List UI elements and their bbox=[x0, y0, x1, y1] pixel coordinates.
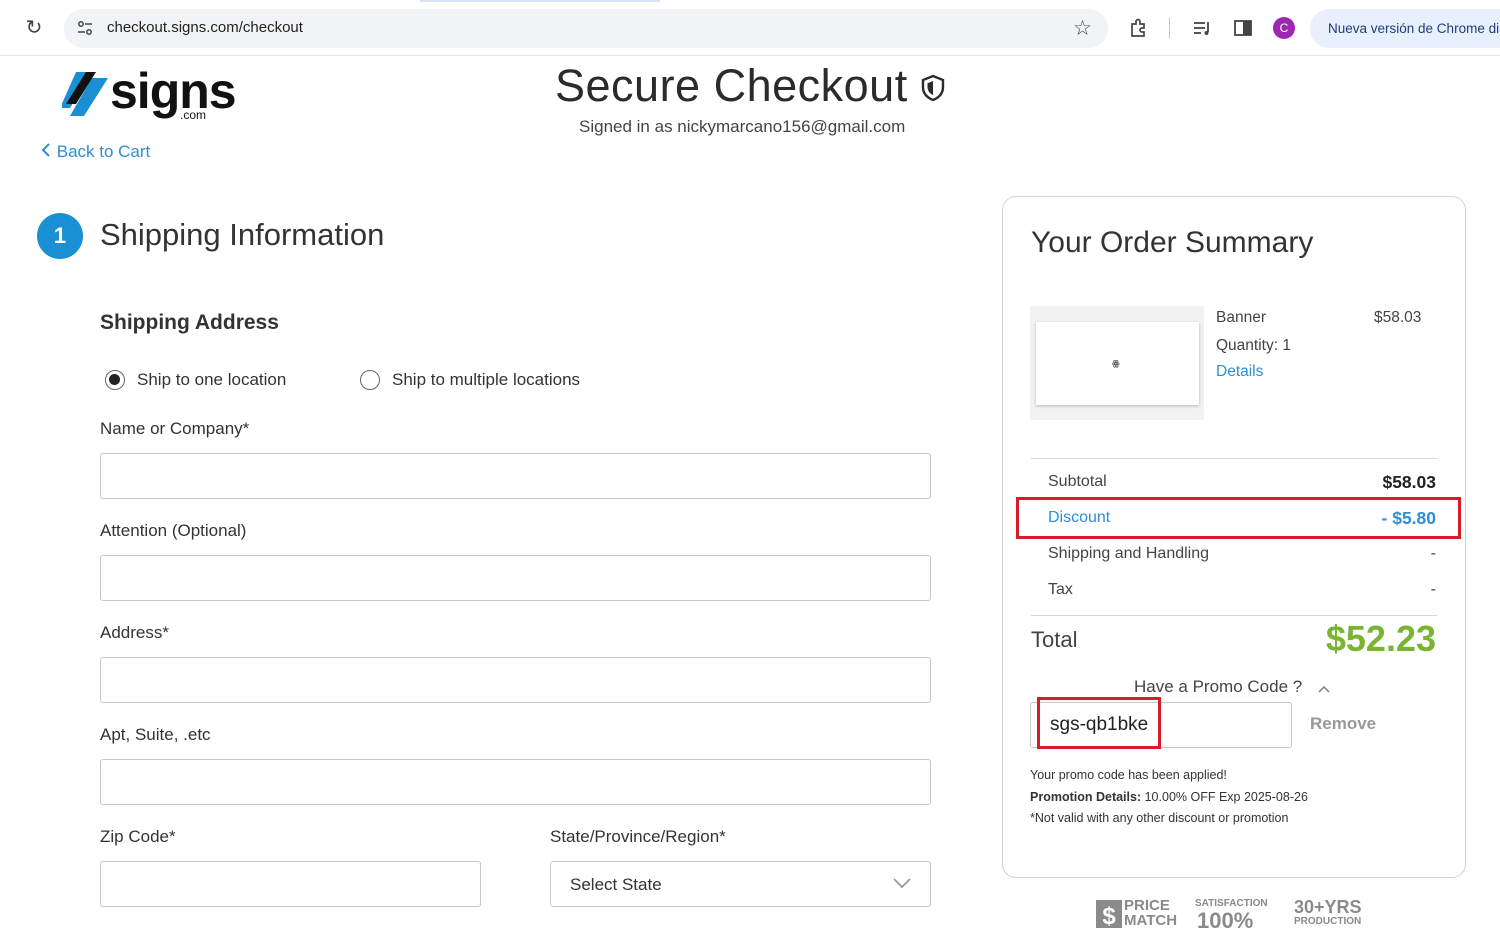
reload-icon[interactable]: ↻ bbox=[22, 16, 46, 40]
ship-multiple-locations-radio[interactable] bbox=[360, 370, 380, 390]
ship-multiple-locations-option[interactable]: Ship to multiple locations bbox=[360, 370, 580, 390]
back-to-cart-label[interactable]: Back to Cart bbox=[57, 142, 151, 161]
shipping-handling-label: Shipping and Handling bbox=[1048, 545, 1210, 562]
years-label: 30+YRS bbox=[1294, 897, 1362, 917]
price-match-line2: MATCH bbox=[1124, 912, 1178, 928]
state-select[interactable]: Select State bbox=[550, 861, 931, 907]
svg-text:$: $ bbox=[1102, 903, 1116, 928]
logo-mark-icon bbox=[62, 72, 108, 116]
back-to-cart-link[interactable]: Back to Cart bbox=[40, 142, 150, 162]
profile-avatar[interactable]: C bbox=[1273, 17, 1295, 39]
promo-details-label: Promotion Details: bbox=[1030, 790, 1142, 804]
total-divider bbox=[1031, 615, 1437, 616]
satisfaction-value: 100% bbox=[1197, 908, 1254, 928]
chrome-update-button[interactable]: Nueva versión de Chrome di bbox=[1310, 9, 1500, 48]
item-quantity: Quantity: 1 bbox=[1216, 337, 1291, 354]
price-match-line1: PRICE bbox=[1124, 897, 1170, 914]
shipping-address-title: Shipping Address bbox=[100, 311, 279, 334]
promo-code-toggle[interactable]: Have a Promo Code ? bbox=[1134, 677, 1302, 697]
zip-label: Zip Code* bbox=[100, 827, 176, 846]
step-number-badge: 1 bbox=[37, 213, 83, 259]
tax-label: Tax bbox=[1048, 581, 1073, 598]
section-title: Shipping Information bbox=[100, 217, 385, 252]
ship-multiple-locations-label[interactable]: Ship to multiple locations bbox=[392, 370, 580, 390]
remove-promo-button[interactable]: Remove bbox=[1310, 714, 1376, 734]
promo-applied-message: Your promo code has been applied! bbox=[1030, 768, 1227, 782]
dollar-icon: $ bbox=[1096, 900, 1122, 928]
subtotal-label: Subtotal bbox=[1048, 473, 1107, 490]
name-label: Name or Company* bbox=[100, 419, 250, 438]
address-input[interactable] bbox=[100, 657, 931, 703]
tax-value: - bbox=[1430, 581, 1436, 598]
promo-note: *Not valid with any other discount or pr… bbox=[1030, 811, 1289, 825]
address-label: Address* bbox=[100, 623, 169, 642]
promo-details-value: 10.00% OFF Exp 2025-08-26 bbox=[1144, 790, 1308, 804]
media-controls-icon[interactable] bbox=[1191, 17, 1213, 39]
zip-input[interactable] bbox=[100, 861, 481, 907]
page-title: Secure Checkout bbox=[555, 60, 908, 111]
bookmark-star-icon[interactable]: ☆ bbox=[1073, 16, 1092, 41]
chevron-down-icon bbox=[893, 878, 911, 889]
years-sub: PRODUCTION bbox=[1294, 916, 1362, 927]
site-settings-icon[interactable] bbox=[76, 19, 94, 37]
signs-logo[interactable]: signs .com bbox=[62, 63, 242, 124]
shield-icon bbox=[921, 74, 945, 102]
state-select-value[interactable]: Select State bbox=[570, 875, 662, 895]
name-input[interactable] bbox=[100, 453, 931, 499]
attention-label: Attention (Optional) bbox=[100, 521, 247, 540]
item-name: Banner bbox=[1216, 309, 1266, 326]
ship-one-location-label[interactable]: Ship to one location bbox=[137, 370, 286, 390]
browser-toolbar: ↻ checkout.signs.com/checkout ☆ C Nueva … bbox=[0, 0, 1500, 56]
apt-label: Apt, Suite, .etc bbox=[100, 725, 211, 744]
loading-indicator bbox=[420, 0, 660, 2]
logo-suffix: .com bbox=[180, 108, 207, 122]
item-details-link[interactable]: Details bbox=[1216, 363, 1263, 381]
shipping-handling-value: - bbox=[1430, 545, 1436, 562]
item-price: $58.03 bbox=[1374, 309, 1422, 326]
ship-one-location-option[interactable]: Ship to one location bbox=[105, 370, 286, 390]
state-label: State/Province/Region* bbox=[550, 827, 726, 846]
discount-highlight-box bbox=[1016, 497, 1461, 539]
apt-input[interactable] bbox=[100, 759, 931, 805]
total-label: Total bbox=[1031, 627, 1078, 652]
promo-details: Promotion Details: 10.00% OFF Exp 2025-0… bbox=[1030, 790, 1308, 804]
extensions-icon[interactable] bbox=[1128, 17, 1150, 39]
order-summary-title: Your Order Summary bbox=[1031, 226, 1314, 259]
total-value: $52.23 bbox=[1325, 618, 1436, 659]
attention-input[interactable] bbox=[100, 555, 931, 601]
chevron-left-icon bbox=[41, 143, 50, 157]
address-bar[interactable]: checkout.signs.com/checkout ☆ bbox=[64, 9, 1108, 48]
thumbnail-logo-icon: ꙮ bbox=[1112, 359, 1120, 368]
toolbar-divider bbox=[1169, 18, 1170, 38]
url-text[interactable]: checkout.signs.com/checkout bbox=[107, 19, 303, 36]
promo-highlight-box bbox=[1037, 697, 1161, 749]
summary-divider bbox=[1031, 458, 1437, 459]
side-panel-icon[interactable] bbox=[1232, 17, 1254, 39]
item-thumbnail[interactable]: ꙮ bbox=[1036, 322, 1199, 405]
ship-one-location-radio[interactable] bbox=[105, 370, 125, 390]
logo-text: signs bbox=[110, 63, 237, 119]
subtotal-value: $58.03 bbox=[1382, 472, 1436, 492]
signed-in-text: Signed in as nickymarcano156@gmail.com bbox=[579, 117, 906, 136]
chevron-up-icon[interactable] bbox=[1317, 684, 1331, 694]
